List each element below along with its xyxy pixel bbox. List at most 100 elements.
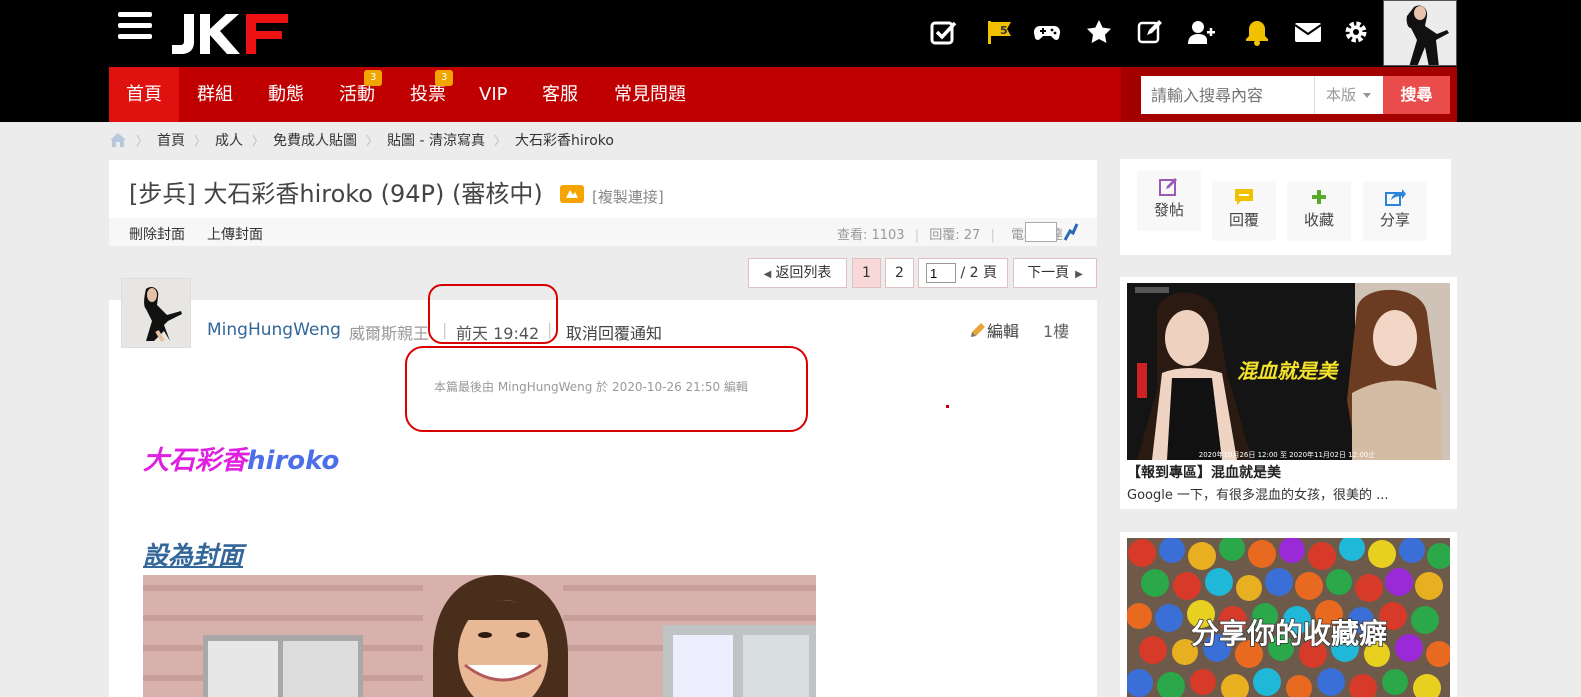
copy-link[interactable]: [複製連接] <box>592 188 664 206</box>
post-heading: 大石彩香hiroko <box>143 440 339 477</box>
post-heading-part1: 大石彩香 <box>143 446 248 476</box>
edit-label: 編輯 <box>987 322 1020 341</box>
nav-label: 群組 <box>197 84 233 105</box>
breadcrumb-item[interactable]: 大石彩香hiroko <box>515 130 614 150</box>
flag-icon[interactable]: 5 <box>983 16 1015 48</box>
search-button[interactable]: 搜尋 <box>1383 76 1450 114</box>
nav-label: 活動 <box>339 84 375 105</box>
nav-support[interactable]: 客服 <box>525 67 595 122</box>
nav-label: 首頁 <box>126 84 162 105</box>
share-button[interactable]: 分享 <box>1363 181 1427 241</box>
action-label: 分享 <box>1379 211 1410 229</box>
add-user-icon[interactable] <box>1185 16 1217 48</box>
share-icon <box>1385 189 1406 206</box>
breadcrumb-separator: 〉 <box>136 133 149 148</box>
nav-faq[interactable]: 常見問題 <box>597 67 703 122</box>
user-avatar[interactable] <box>1383 0 1457 66</box>
search-scope-label: 本版 <box>1326 86 1357 104</box>
nav-groups[interactable]: 群組 <box>180 67 250 122</box>
elevator-go-icon[interactable] <box>1061 222 1079 242</box>
delete-cover-link[interactable]: 刪除封面 <box>129 224 185 244</box>
nav-vip[interactable]: VIP <box>462 67 524 122</box>
replies-label: 回覆: <box>929 228 960 243</box>
ad-title[interactable]: 【報到專區】混血就是美 <box>1127 462 1281 482</box>
ad-card[interactable]: 混血就是美 2020年10月26日 12:00 至 2020年11月02日 12… <box>1120 277 1457 509</box>
nav-label: 投票 <box>410 84 446 105</box>
author-name[interactable]: MingHungWeng <box>207 320 341 340</box>
next-page-button[interactable]: 下一頁 ▶ <box>1013 258 1097 288</box>
thread-title: [步兵] 大石彩香hiroko (94P) (審核中) [複製連接] <box>129 174 664 209</box>
breadcrumb-separator: 〉 <box>194 133 207 148</box>
breadcrumb-item[interactable]: 成人 <box>215 130 243 150</box>
thread-title-text: [步兵] 大石彩香hiroko (94P) (審核中) <box>129 180 543 208</box>
ad-card[interactable]: 分享你的收藏癖 <box>1120 532 1457 697</box>
page-link[interactable]: 2 <box>885 258 914 288</box>
site-logo[interactable] <box>170 10 292 58</box>
compose-icon <box>1159 178 1177 196</box>
reply-button[interactable]: 回覆 <box>1212 181 1276 241</box>
ad-banner[interactable]: 分享你的收藏癖 <box>1127 538 1450 697</box>
ad-banner-text: 混血就是美 <box>1237 359 1340 383</box>
menu-icon[interactable] <box>118 12 152 40</box>
action-label: 發帖 <box>1153 201 1184 219</box>
breadcrumb-item[interactable]: 首頁 <box>157 130 185 150</box>
nav-events[interactable]: 活動 3 <box>322 67 392 122</box>
ad-banner-dates: 2020年10月26日 12:00 至 2020年11月02日 12:00止 <box>1199 450 1376 459</box>
comment-icon <box>1235 189 1253 205</box>
edit-button[interactable]: 編輯 <box>969 318 1019 342</box>
unsubscribe-link[interactable]: 取消回覆通知 <box>566 320 662 344</box>
back-to-list-button[interactable]: ◀ 返回列表 <box>748 258 847 288</box>
next-page-label: 下一頁 <box>1027 265 1070 281</box>
action-label: 收藏 <box>1303 211 1334 229</box>
breadcrumb: 〉 首頁 〉 成人 〉 免費成人貼圖 〉 貼圖 - 清涼寫真 〉 大石彩香hir… <box>109 128 614 152</box>
set-cover-link[interactable]: 設為封面 <box>143 536 243 572</box>
nav-label: VIP <box>479 84 508 105</box>
views-label: 查看: <box>836 228 868 243</box>
gear-icon[interactable] <box>1340 16 1372 48</box>
post-photo[interactable] <box>143 575 816 697</box>
star-icon[interactable] <box>1083 16 1115 48</box>
checkbox-icon[interactable] <box>927 16 959 48</box>
home-icon[interactable] <box>109 132 127 148</box>
nav-feed[interactable]: 動態 <box>251 67 321 122</box>
thread-header: [步兵] 大石彩香hiroko (94P) (審核中) [複製連接] 刪除封面 … <box>109 160 1097 246</box>
flag-badge: 5 <box>1000 24 1008 37</box>
page-jump-input[interactable] <box>926 263 956 283</box>
nav-badge: 3 <box>364 70 383 86</box>
pencil-icon <box>971 323 985 337</box>
search-input[interactable] <box>1141 76 1314 114</box>
breadcrumb-item[interactable]: 貼圖 - 清涼寫真 <box>387 130 485 150</box>
nav-badge: 3 <box>435 70 454 86</box>
post-heading-part2: hiroko <box>247 446 340 476</box>
mail-icon[interactable] <box>1292 16 1324 48</box>
nav-label: 客服 <box>542 84 578 105</box>
nav-votes[interactable]: 投票 3 <box>393 67 463 122</box>
ad-desc: Google 一下，有很多混血的女孩，很美的 ... <box>1127 488 1389 503</box>
new-post-button[interactable]: 發帖 <box>1137 171 1201 231</box>
gamepad-icon[interactable] <box>1031 16 1063 48</box>
edit-icon[interactable] <box>1134 16 1166 48</box>
annotation-circle <box>405 346 808 432</box>
plus-icon <box>1312 190 1326 204</box>
search-scope-select[interactable]: 本版 <box>1314 76 1383 114</box>
sidebar-actions: 發帖 回覆 收藏 分享 <box>1120 159 1451 255</box>
page-jump: / 2 頁 <box>918 258 1008 288</box>
breadcrumb-item[interactable]: 免費成人貼圖 <box>273 130 357 150</box>
page-total: / 2 頁 <box>960 265 997 281</box>
dot <box>946 405 949 408</box>
upload-cover-link[interactable]: 上傳封面 <box>207 224 263 244</box>
author-rank: 威爾斯親王 <box>349 324 430 343</box>
ad-banner-text: 分享你的收藏癖 <box>1191 617 1387 650</box>
favorite-button[interactable]: 收藏 <box>1287 181 1351 241</box>
nav-home[interactable]: 首頁 <box>109 67 179 122</box>
breadcrumb-separator: 〉 <box>366 133 379 148</box>
floor-number: 1樓 <box>1043 322 1070 341</box>
nav-label: 動態 <box>268 84 304 105</box>
chevron-down-icon <box>1363 93 1371 98</box>
page-link-current[interactable]: 1 <box>852 258 881 288</box>
bell-icon[interactable] <box>1241 16 1273 48</box>
elevator-input[interactable] <box>1025 222 1057 242</box>
author-avatar[interactable] <box>121 278 191 348</box>
ad-banner[interactable]: 混血就是美 2020年10月26日 12:00 至 2020年11月02日 12… <box>1127 283 1450 460</box>
nav-label: 常見問題 <box>614 84 686 105</box>
